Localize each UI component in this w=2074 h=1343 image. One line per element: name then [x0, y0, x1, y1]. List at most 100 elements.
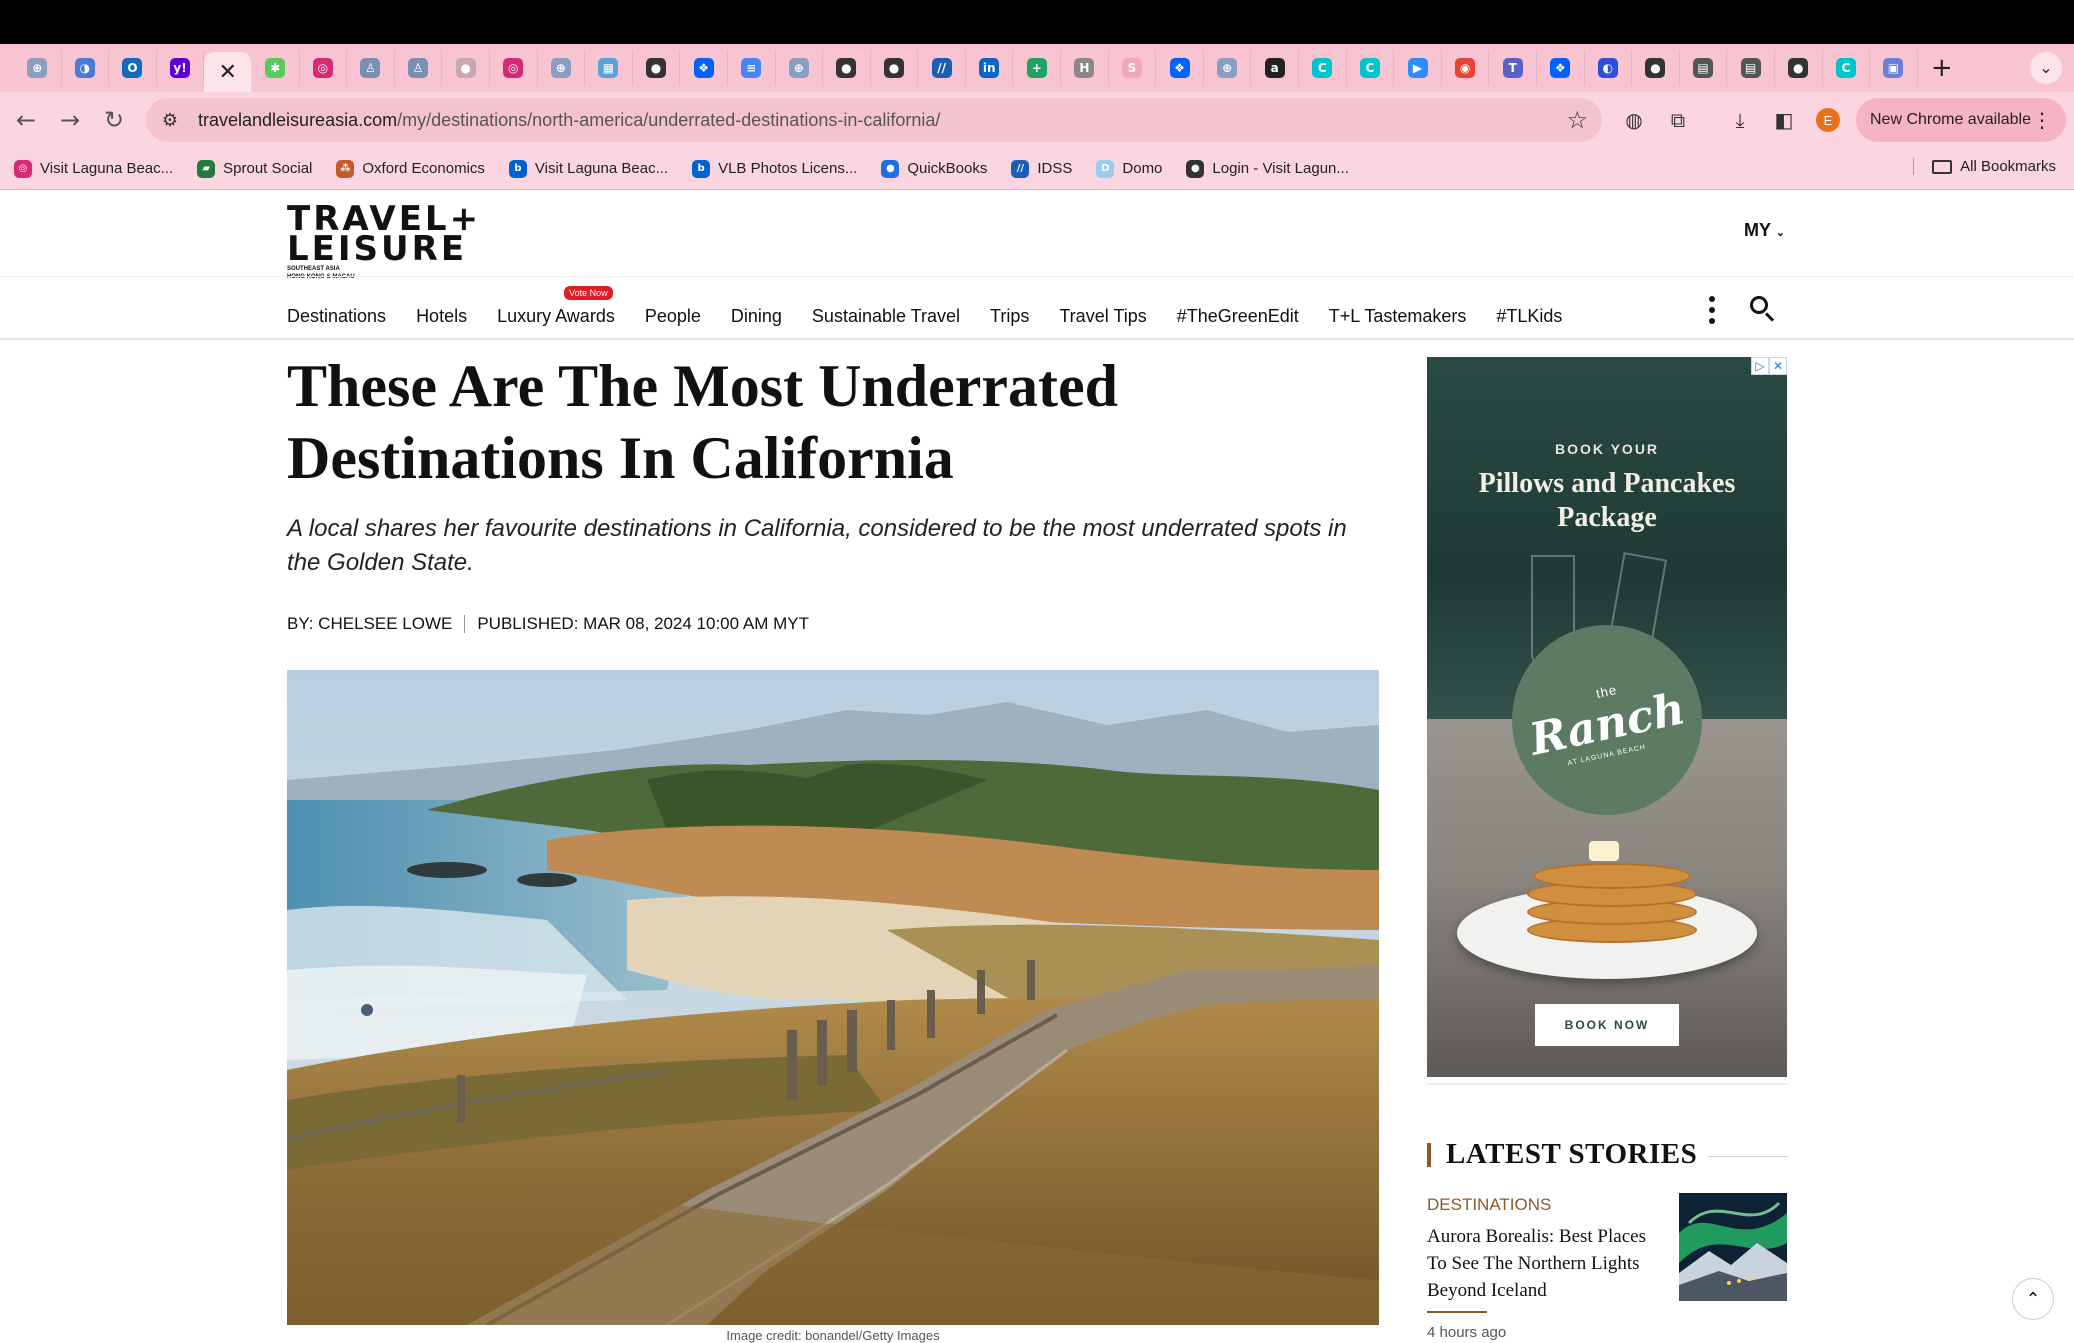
download-icon[interactable]: ⤓ — [1724, 104, 1756, 136]
search-icon[interactable] — [1748, 294, 1778, 324]
browser-tab[interactable]: C — [1299, 50, 1347, 86]
advertisement-banner[interactable]: ▷ ✕ BOOK YOUR Pillows and Pancakes Packa… — [1427, 357, 1787, 1077]
nav-link[interactable]: #TheGreenEdit — [1177, 306, 1299, 327]
scroll-to-top-button[interactable]: ⌃ — [2012, 1278, 2054, 1320]
book-now-button[interactable]: BOOK NOW — [1535, 1004, 1679, 1046]
nav-link[interactable]: #TLKids — [1496, 306, 1562, 327]
ad-choices[interactable]: ▷ ✕ — [1751, 357, 1787, 375]
reload-button[interactable]: ↻ — [92, 100, 136, 140]
bookmark-item[interactable]: ● QuickBooks — [881, 159, 987, 178]
ad-close-icon[interactable]: ✕ — [1769, 357, 1787, 375]
browser-tab[interactable]: ● — [1775, 50, 1823, 86]
browser-tab[interactable]: ● — [442, 50, 490, 86]
browser-tab[interactable]: T — [1489, 50, 1537, 86]
browser-tab[interactable]: C — [1823, 50, 1871, 86]
browser-tab[interactable]: ❖ — [1156, 50, 1204, 86]
tab-search-chevron-icon[interactable]: ⌄ — [2030, 52, 2062, 84]
browser-tab[interactable]: ⊕ — [1204, 50, 1252, 86]
forward-button[interactable]: → — [48, 100, 92, 140]
browser-tab[interactable]: ▣ — [1870, 50, 1918, 86]
back-button[interactable]: ← — [4, 100, 48, 140]
story-thumbnail-aurora[interactable] — [1679, 1193, 1787, 1301]
browser-tab[interactable]: ❖ — [680, 50, 728, 86]
address-bar[interactable]: ⚙ travelandleisureasia.com/my/destinatio… — [146, 98, 1602, 142]
browser-tab[interactable]: ▦ — [585, 50, 633, 86]
article-headline: These Are The Most Underrated Destinatio… — [287, 353, 1119, 491]
nav-link[interactable]: Travel Tips — [1059, 306, 1146, 327]
browser-tab[interactable]: ● — [1632, 50, 1680, 86]
browser-tab[interactable]: in — [966, 50, 1014, 86]
bookmark-item[interactable]: ⁂ Oxford Economics — [336, 159, 485, 178]
browser-tab[interactable]: ▤ — [1727, 50, 1775, 86]
browser-tab-active[interactable]: ✕ — [204, 52, 252, 92]
browser-tab[interactable]: ◎ — [490, 50, 538, 86]
nav-link[interactable]: T+L Tastemakers — [1329, 306, 1467, 327]
browser-tab[interactable]: S — [1109, 50, 1157, 86]
browser-tab[interactable]: ◎ — [300, 50, 348, 86]
all-bookmarks-button[interactable]: All Bookmarks — [1913, 158, 2056, 175]
instagram-icon: ◎ — [14, 159, 32, 178]
story-rule — [1427, 1311, 1487, 1313]
side-panel-icon[interactable]: ◧ — [1768, 104, 1800, 136]
bookmark-item[interactable]: ▰ Sprout Social — [197, 159, 312, 178]
bookmark-item[interactable]: ● Login - Visit Lagun... — [1186, 159, 1349, 178]
browser-tab[interactable]: H — [1061, 50, 1109, 86]
browser-tab[interactable]: a — [1251, 50, 1300, 86]
browser-tab[interactable]: ● — [823, 50, 871, 86]
browser-tab[interactable]: ⊕ — [776, 50, 824, 86]
bookmark-item[interactable]: b VLB Photos Licens... — [692, 159, 857, 178]
extensions-puzzle-icon[interactable]: ⧉ — [1662, 104, 1694, 136]
browser-tab[interactable]: ▤ — [1680, 50, 1728, 86]
new-chrome-available-button[interactable]: New Chrome available ⋮ — [1856, 98, 2066, 142]
browser-tab[interactable]: C — [1347, 50, 1395, 86]
more-menu-icon[interactable] — [1702, 290, 1722, 330]
browser-tab[interactable]: ❖ — [1537, 50, 1585, 86]
adchoices-icon[interactable]: ▷ — [1751, 357, 1769, 375]
browser-tab[interactable]: ◐ — [1585, 50, 1633, 86]
bookmark-star-icon[interactable]: ☆ — [1566, 106, 1588, 134]
story-title-link[interactable]: Aurora Borealis: Best Places To See The … — [1427, 1223, 1667, 1304]
extension-shield-icon[interactable]: ◍ — [1618, 104, 1650, 136]
browser-tab[interactable]: + — [1013, 50, 1062, 86]
nav-link[interactable]: Destinations — [287, 306, 386, 327]
outlook-icon: O — [122, 58, 143, 78]
nav-link[interactable]: Dining — [731, 306, 782, 327]
profile-avatar[interactable]: E — [1816, 108, 1840, 132]
nav-link-label: Sustainable Travel — [811, 305, 961, 326]
browser-tab[interactable]: ◑ — [62, 50, 110, 86]
browser-tab[interactable]: ♙ — [395, 50, 443, 86]
site-info-icon[interactable]: ⚙ — [152, 102, 188, 138]
tab-strip: ⊕ ◑ Oy! ✕ ✱ ◎ ♙ ♙ ● ◎ ⊕ ▦ ● ❖ ≡ ⊕ ● ● // in + H S ❖ ⊕ a C C ▶ ◉ T ❖ ◐ ● ▤ ▤… — [0, 44, 2074, 92]
travel-leisure-logo[interactable]: TRAVEL+ LEISURE SOUTHEAST ASIA HONG KONG… — [287, 202, 517, 280]
browser-tab[interactable]: // — [918, 50, 966, 86]
vote-now-badge[interactable]: Vote Now — [564, 285, 613, 300]
browser-tab[interactable]: O — [109, 50, 157, 86]
browser-tab[interactable]: ▶ — [1394, 50, 1442, 86]
url-text[interactable]: travelandleisureasia.com/my/destinations… — [198, 110, 940, 131]
nav-link[interactable]: Sustainable Travel — [812, 306, 960, 327]
browser-tab[interactable]: y! — [157, 50, 205, 86]
new-tab-plus-icon[interactable]: + — [1922, 50, 1962, 86]
bookmark-item[interactable]: ◎ Visit Laguna Beac... — [14, 159, 173, 178]
nav-link[interactable]: Luxury Awards Vote Now — [497, 285, 615, 327]
browser-tab[interactable]: ✱ — [252, 50, 300, 86]
browser-tab[interactable]: ⊕ — [538, 50, 586, 86]
story-category[interactable]: DESTINATIONS — [1427, 1195, 1551, 1215]
browser-tab[interactable]: ◉ — [1442, 50, 1490, 86]
teams-icon: T — [1502, 58, 1523, 78]
browser-tab[interactable]: ≡ — [728, 50, 776, 86]
bookmark-item[interactable]: // IDSS — [1011, 159, 1072, 178]
yahoo-icon: y! — [170, 58, 191, 78]
bookmark-item[interactable]: b Visit Laguna Beac... — [508, 159, 668, 178]
nav-link[interactable]: Hotels — [416, 306, 467, 327]
browser-tab[interactable]: ● — [871, 50, 919, 86]
region-selector[interactable]: MY ⌄ — [1744, 220, 1785, 241]
nav-link[interactable]: People — [645, 306, 701, 327]
browser-tab[interactable]: ● — [633, 50, 681, 86]
author[interactable]: BY: CHELSEE LOWE — [287, 614, 452, 634]
browser-tab[interactable]: ♙ — [347, 50, 395, 86]
chrome-menu-icon[interactable]: ⋮ — [2032, 108, 2052, 132]
nav-link[interactable]: Trips — [990, 306, 1029, 327]
browser-tab[interactable]: ⊕ — [14, 50, 62, 86]
bookmark-item[interactable]: D Domo — [1096, 159, 1162, 178]
